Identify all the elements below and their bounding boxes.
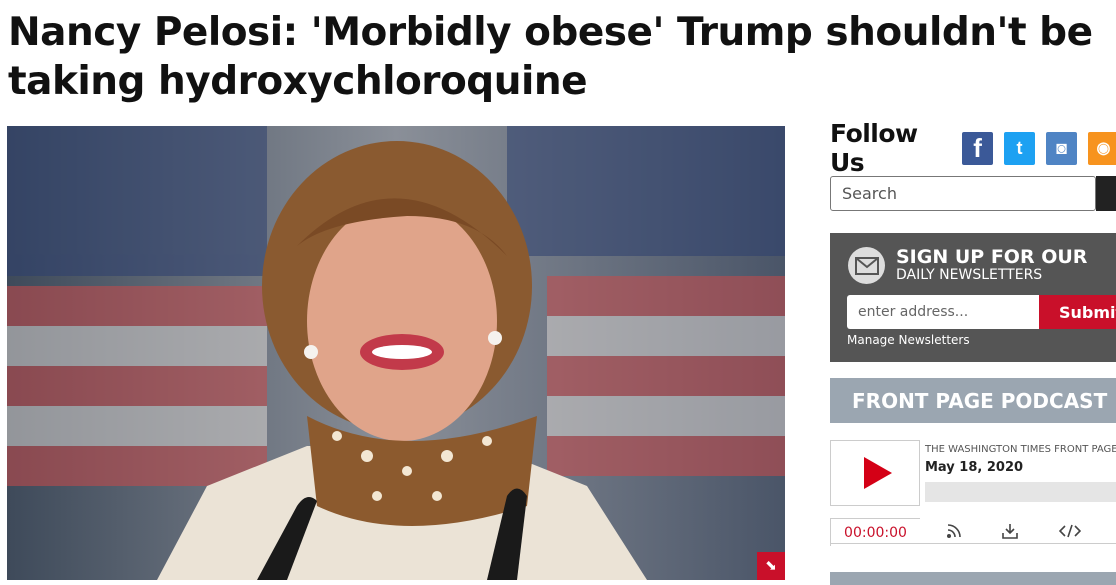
page: Nancy Pelosi: 'Morbidly obese' Trump sho… [0,0,1116,585]
rss-icon[interactable]: ◉ [1088,131,1116,165]
podcast-show-name: THE WASHINGTON TIMES FRONT PAGE [925,444,1116,455]
article-headline: Nancy Pelosi: 'Morbidly obese' Trump sho… [8,8,1116,106]
embed-icon[interactable] [1050,520,1090,542]
article-photo[interactable]: ⬊ [7,126,785,580]
instagram-icon[interactable]: ◙ [1046,131,1078,165]
submit-button[interactable]: Submit [1039,295,1116,329]
expand-icon[interactable]: ⬊ [757,552,785,580]
subscribe-icon[interactable] [934,520,974,542]
twitter-icon[interactable]: t [1004,131,1036,165]
podcast-section-title: FRONT PAGE PODCAST [830,378,1116,423]
email-field[interactable]: enter address... [847,295,1039,329]
follow-us: Follow Us f t ◙ ◉ [830,119,1116,177]
sidebar: Follow Us f t ◙ ◉ Search SIGN UP FOR OUR… [830,119,1116,585]
search-input[interactable]: Search [830,176,1096,211]
newsletter-subtitle: DAILY NEWSLETTERS [896,267,1043,283]
facebook-icon[interactable]: f [962,131,994,165]
email-placeholder: enter address... [858,304,969,320]
manage-newsletters-link[interactable]: Manage Newsletters [847,333,970,347]
recommended-section-bar [830,572,1116,585]
podcast-player: THE WASHINGTON TIMES FRONT PAGE May 18, … [830,440,1116,546]
search-placeholder: Search [842,184,897,203]
headline-line-1: Nancy Pelosi: 'Morbidly obese' Trump sho… [8,10,1093,55]
newsletter-title: SIGN UP FOR OUR [896,246,1088,268]
envelope-icon [848,247,885,284]
photo-illustration [7,126,785,580]
newsletter-signup: SIGN UP FOR OUR DAILY NEWSLETTERS enter … [830,233,1116,362]
headline-line-2: taking hydroxychloroquine [8,59,588,104]
podcast-time: 00:00:00 [830,518,920,546]
play-icon [863,457,892,489]
play-button[interactable] [830,440,920,506]
search-button[interactable] [1096,176,1116,211]
follow-us-label: Follow Us [830,119,918,177]
podcast-progress-bar[interactable] [925,482,1116,502]
podcast-date: May 18, 2020 [925,460,1024,475]
download-icon[interactable] [990,520,1030,542]
